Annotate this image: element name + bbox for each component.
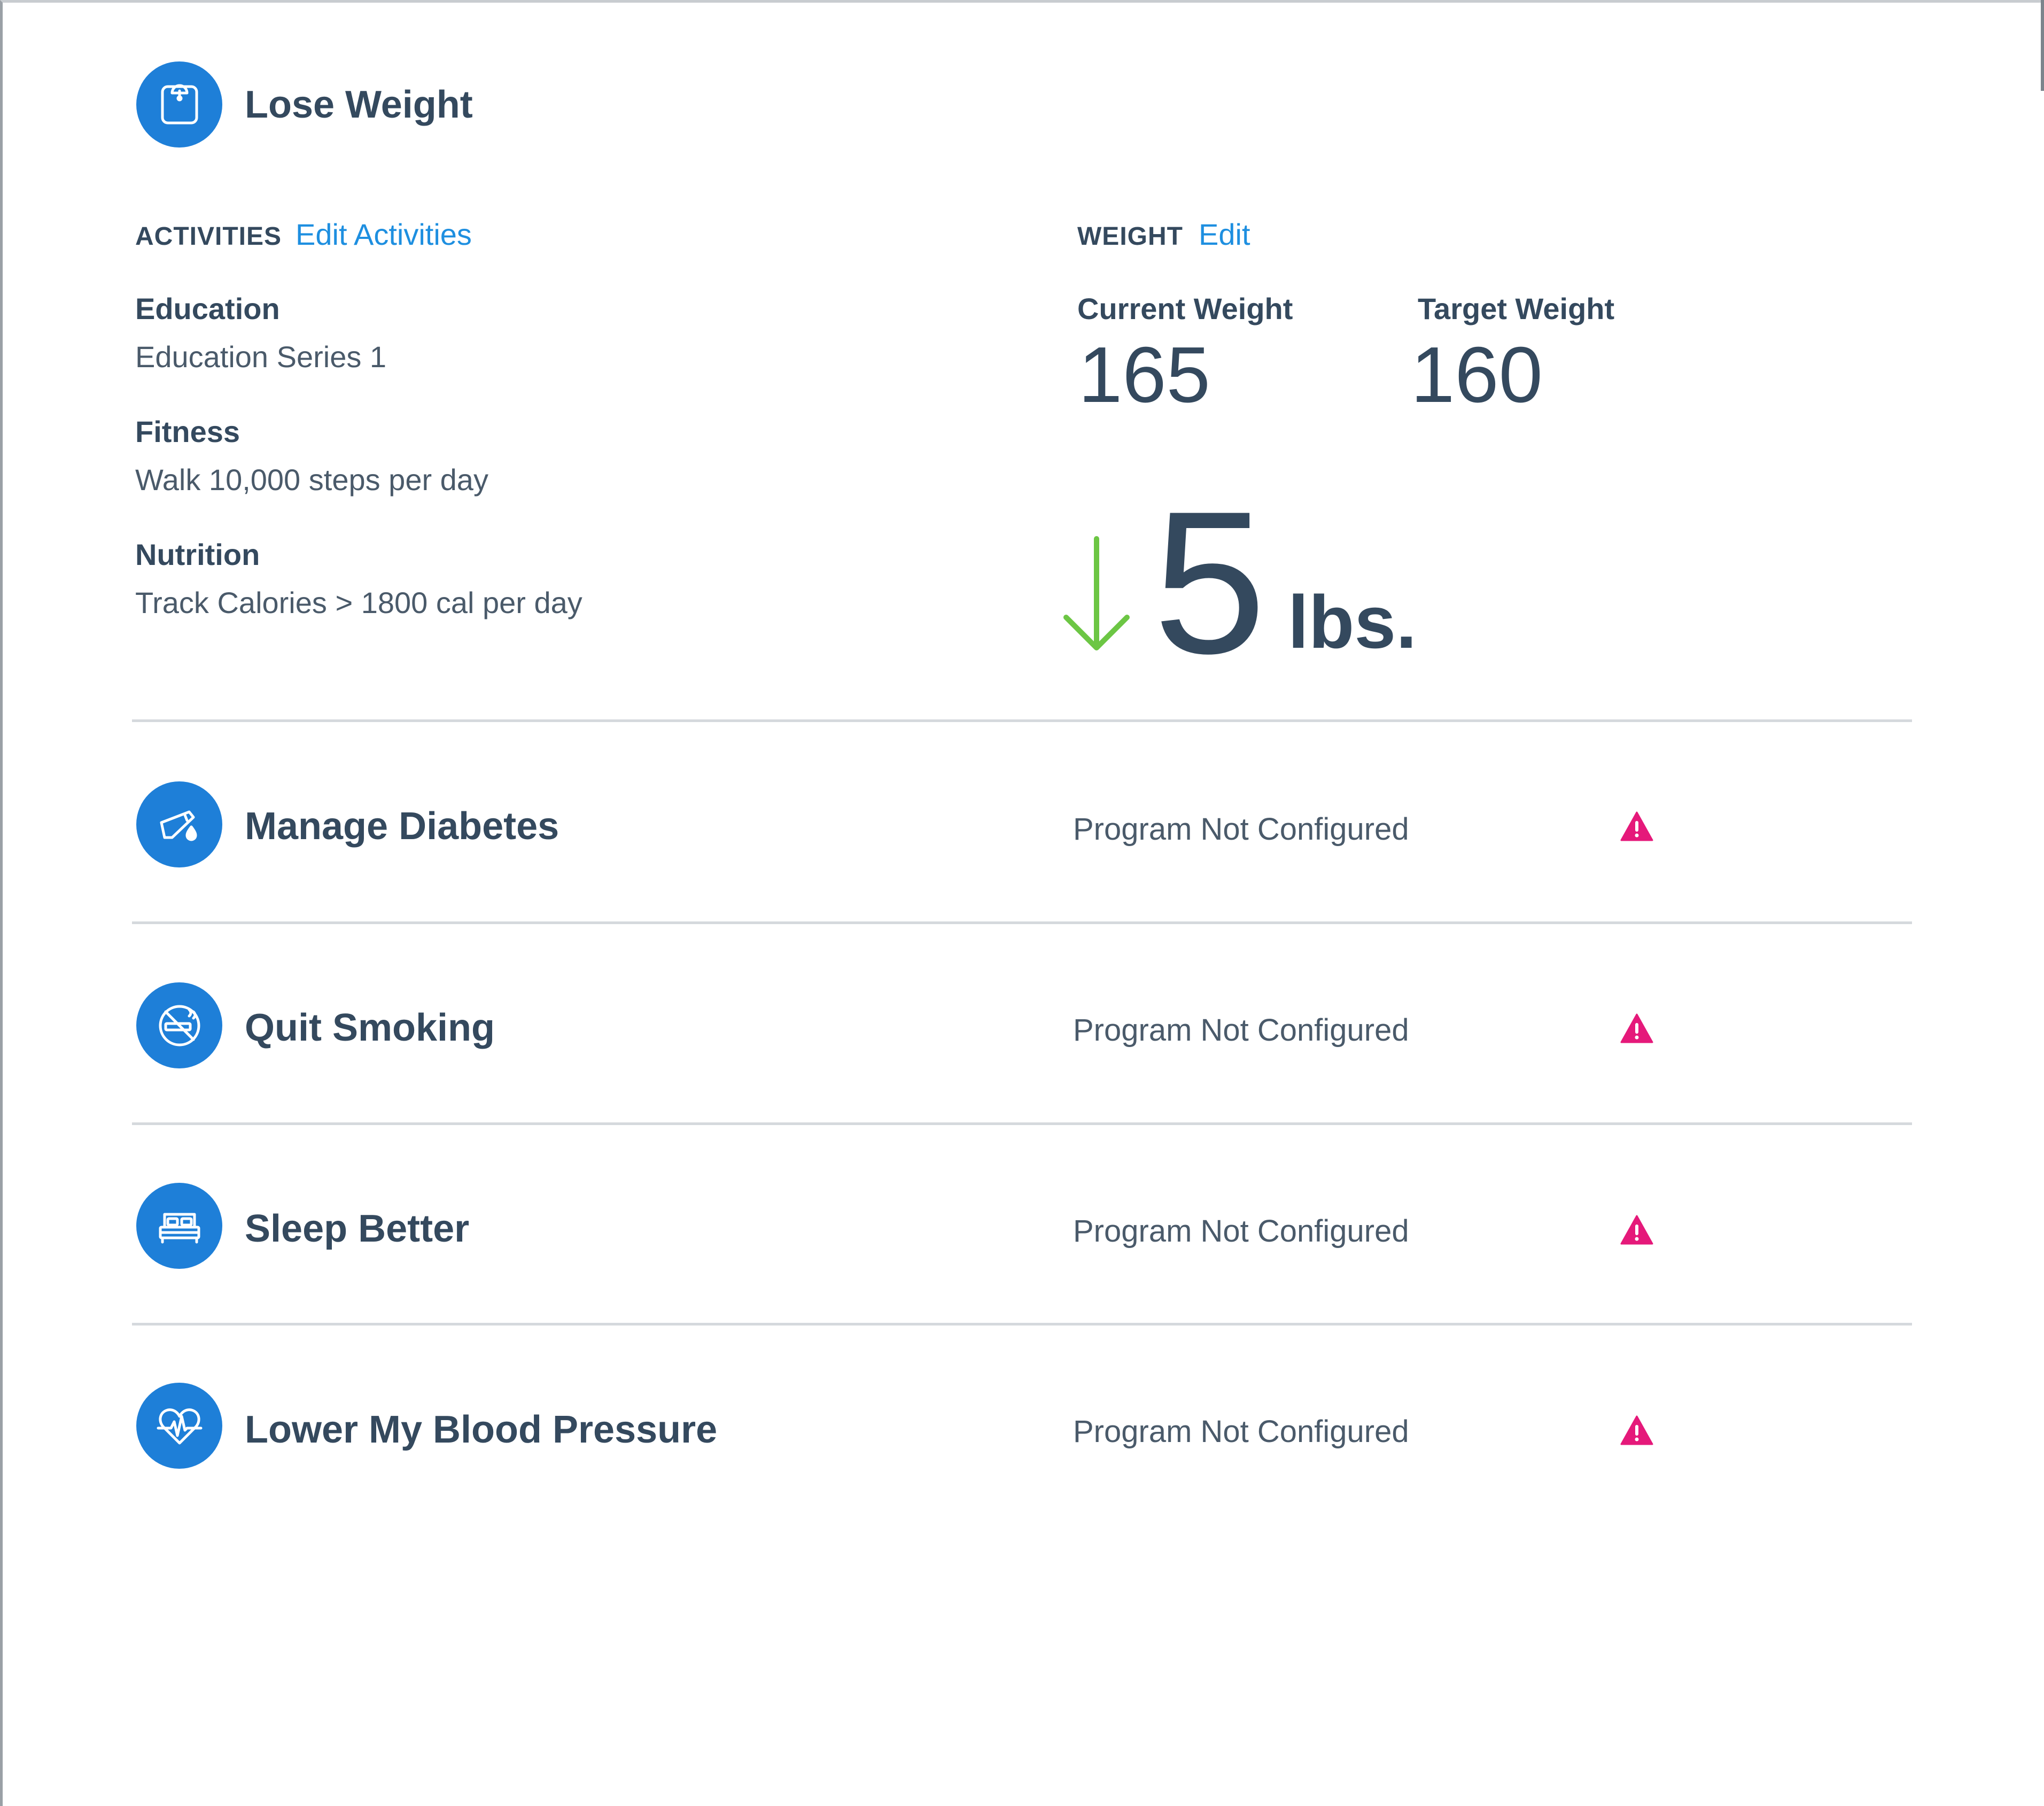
no-smoking-icon xyxy=(136,982,222,1068)
program-status: Program Not Configured xyxy=(1073,1414,1409,1449)
program-status: Program Not Configured xyxy=(1073,812,1409,847)
program-title-manage-diabetes[interactable]: Manage Diabetes xyxy=(245,804,559,848)
divider xyxy=(132,719,1912,722)
weight-difference-unit: lbs. xyxy=(1288,580,1417,664)
activity-value-fitness: Walk 10,000 steps per day xyxy=(135,463,488,497)
edit-activities-link[interactable]: Edit Activities xyxy=(296,217,472,252)
scale-icon xyxy=(136,61,222,148)
target-weight-value: 160 xyxy=(1411,331,1543,419)
warning-icon xyxy=(1620,1013,1653,1043)
program-title-sleep-better[interactable]: Sleep Better xyxy=(245,1207,469,1251)
program-title-lower-blood-pressure[interactable]: Lower My Blood Pressure xyxy=(245,1408,717,1452)
program-title-quit-smoking[interactable]: Quit Smoking xyxy=(245,1006,495,1050)
warning-icon xyxy=(1620,1215,1653,1245)
edit-weight-link[interactable]: Edit xyxy=(1199,217,1250,252)
target-weight-label: Target Weight xyxy=(1418,292,1615,325)
heart-rate-icon xyxy=(136,1383,222,1469)
divider xyxy=(132,1323,1912,1326)
glucose-meter-icon xyxy=(136,781,222,867)
program-status: Program Not Configured xyxy=(1073,1214,1409,1249)
current-weight-value: 165 xyxy=(1078,331,1210,419)
activities-label: ACTIVITIES xyxy=(135,222,282,251)
activity-category-education: Education xyxy=(135,292,280,325)
bed-icon xyxy=(136,1183,222,1269)
weight-difference-value: 5 xyxy=(1153,469,1266,696)
activity-category-nutrition: Nutrition xyxy=(135,538,260,571)
scrollbar[interactable] xyxy=(2041,0,2044,91)
warning-icon xyxy=(1620,1415,1653,1445)
activity-category-fitness: Fitness xyxy=(135,415,240,448)
program-title-lose-weight: Lose Weight xyxy=(245,83,473,126)
activity-value-nutrition: Track Calories > 1800 cal per day xyxy=(135,586,582,619)
current-weight-label: Current Weight xyxy=(1077,292,1293,325)
divider xyxy=(132,1122,1912,1125)
weight-label: WEIGHT xyxy=(1077,222,1183,251)
arrow-down-icon xyxy=(1063,536,1130,650)
warning-icon xyxy=(1620,811,1653,841)
divider xyxy=(132,921,1912,924)
activity-value-education: Education Series 1 xyxy=(135,340,387,374)
program-status: Program Not Configured xyxy=(1073,1013,1409,1048)
page-frame xyxy=(0,0,2041,1806)
